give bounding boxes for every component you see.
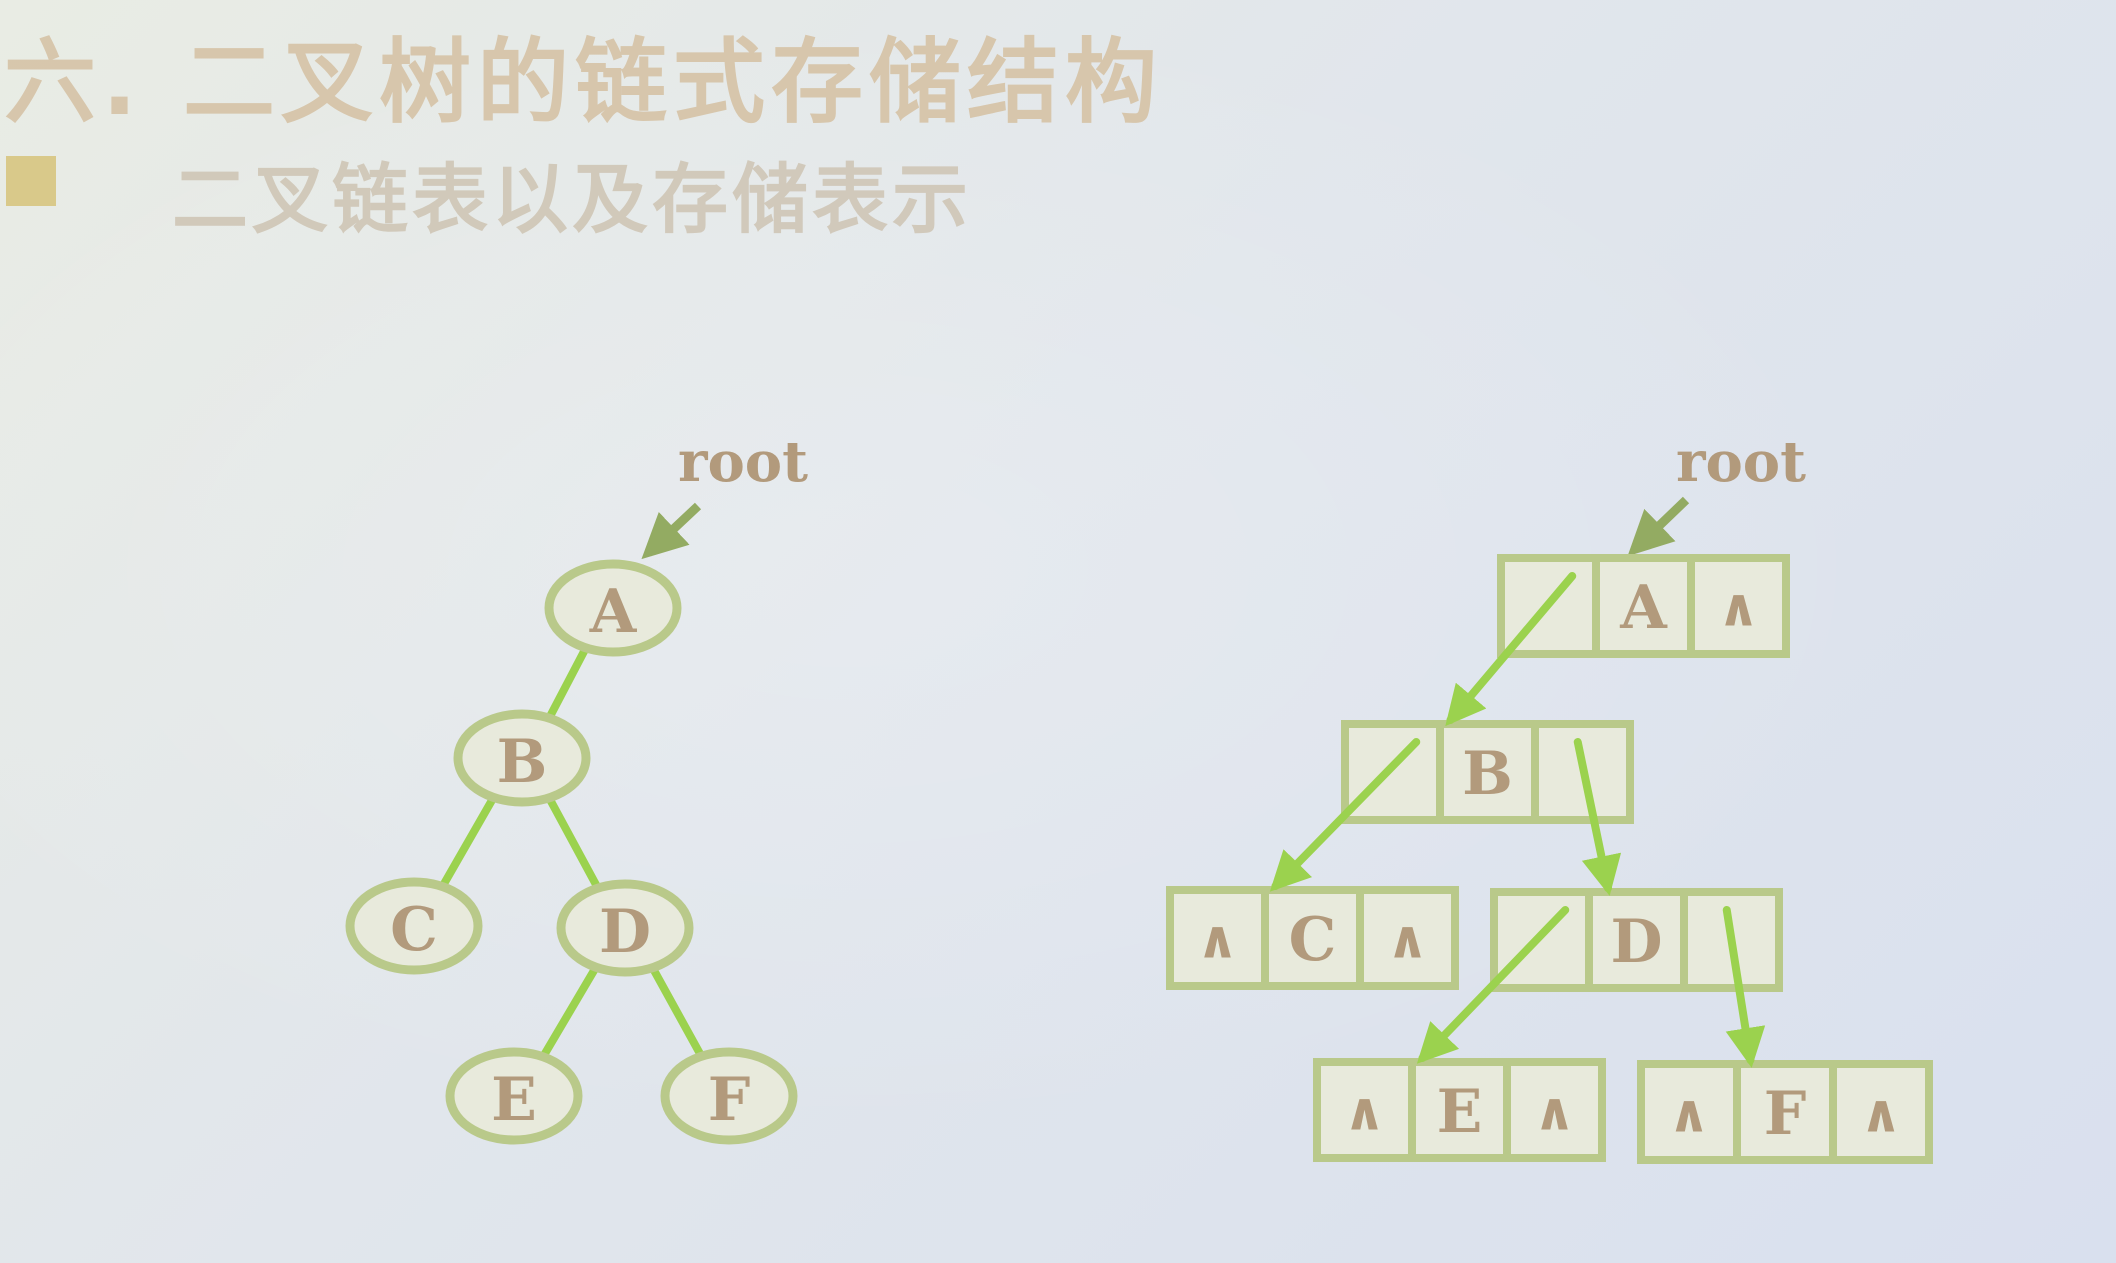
- list-root-arrow: [1627, 496, 1690, 557]
- list-node-C: ∧ C ∧: [1166, 886, 1459, 990]
- tree-node-label-C: C: [390, 895, 438, 965]
- list-node-F-data-value: F: [1764, 1079, 1807, 1149]
- list-node-E-right-value: ∧: [1533, 1082, 1575, 1143]
- list-node-C-left-value: ∧: [1196, 910, 1238, 971]
- list-node-E-data-value: E: [1437, 1077, 1483, 1147]
- list-node-E-left-value: ∧: [1343, 1082, 1385, 1143]
- binary-tree-diagram: root A B C D E F root A ∧ B ∧ C ∧ D ∧ E ∧ ∧ F ∧: [345, 429, 1933, 1164]
- linked-list-storage: root A ∧ B ∧ C ∧ D ∧ E ∧ ∧ F ∧: [1166, 429, 1933, 1164]
- tree-node-label-F: F: [708, 1065, 751, 1135]
- list-node-B-data-value: B: [1462, 739, 1513, 809]
- tree-edge-B-D: [543, 791, 604, 895]
- list-node-F-right-value: ∧: [1860, 1084, 1902, 1145]
- logical-tree: root A B C D E F: [345, 429, 808, 1145]
- list-node-D-data-value: D: [1610, 907, 1662, 977]
- list-node-A-right-value: ∧: [1717, 578, 1759, 639]
- list-node-A-data-value: A: [1619, 573, 1668, 643]
- tree-root-arrow: [641, 502, 702, 560]
- list-root-label: root: [1676, 429, 1806, 495]
- tree-edge-D-F: [647, 961, 707, 1063]
- tree-node-label-D: D: [599, 897, 651, 967]
- list-node-C-right-value: ∧: [1386, 910, 1428, 971]
- list-node-C-data-value: C: [1289, 905, 1337, 975]
- tree-edge-D-E: [537, 960, 602, 1064]
- tree-root-label: root: [678, 429, 808, 495]
- tree-node-label-B: B: [497, 727, 548, 797]
- list-node-F-left-value: ∧: [1668, 1084, 1710, 1145]
- tree-edge-B-C: [437, 791, 499, 893]
- list-node-E: ∧ E ∧: [1313, 1058, 1606, 1162]
- list-node-F: ∧ F ∧: [1637, 1060, 1933, 1164]
- tree-node-label-E: E: [491, 1065, 537, 1135]
- tree-node-label-A: A: [589, 577, 638, 647]
- tree-edge-A-B: [543, 641, 592, 725]
